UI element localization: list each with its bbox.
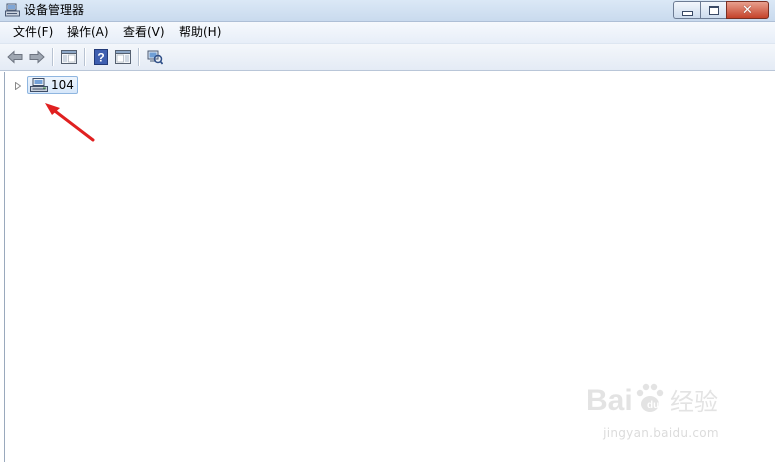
svg-text:Bai: Bai [586,384,633,417]
help-button[interactable]: ? [92,48,110,66]
help-icon: ? [94,49,108,65]
expand-arrow-icon[interactable] [15,82,21,90]
title-bar[interactable]: 设备管理器 ✕ [0,0,775,22]
menu-view[interactable]: 查看(V) [123,25,165,40]
window-controls: ✕ [673,1,769,19]
show-hide-action-pane-button[interactable] [114,48,132,66]
scan-hardware-changes-icon [147,50,163,65]
svg-text:du: du [647,400,659,411]
menu-action[interactable]: 操作(A) [67,25,109,40]
device-tree-pane[interactable]: 104 Bai du 经验 jingyan.baidu.com [4,72,775,462]
svg-text:经验: 经验 [670,388,718,416]
show-hide-console-tree-button[interactable] [60,48,78,66]
toolbar-separator [84,48,86,66]
scan-hardware-changes-button[interactable] [146,48,164,66]
svg-text:?: ? [97,51,104,65]
back-button[interactable] [6,48,24,66]
baidu-paw-logo-icon: Bai du 经验 [586,383,718,417]
maximize-button[interactable] [700,1,726,19]
toolbar: ? [0,44,775,71]
back-arrow-icon [7,50,23,64]
toolbar-separator [138,48,140,66]
tree-root-label: 104 [51,78,74,92]
baidu-jingyan-watermark: Bai du 经验 jingyan.baidu.com [586,368,736,448]
minimize-icon [681,10,693,16]
window-title: 设备管理器 [24,3,85,17]
forward-button[interactable] [28,48,46,66]
menu-help[interactable]: 帮助(H) [179,25,221,40]
computer-icon [30,78,48,92]
menu-file[interactable]: 文件(F) [13,25,53,40]
forward-arrow-icon [29,50,45,64]
device-manager-app-icon [5,3,20,17]
watermark-url: jingyan.baidu.com [603,426,719,440]
show-hide-action-pane-icon [115,50,131,64]
device-manager-window: 设备管理器 ✕ 文件(F) 操作(A) 查看(V) 帮助(H) ? 104 Ba… [0,0,775,462]
menu-bar: 文件(F) 操作(A) 查看(V) 帮助(H) [0,22,775,44]
close-button[interactable]: ✕ [726,1,769,19]
maximize-icon [708,5,719,15]
show-hide-console-tree-icon [61,50,77,64]
close-icon: ✕ [742,2,753,18]
red-arrow-annotation [45,103,95,142]
minimize-button[interactable] [673,1,700,19]
toolbar-separator [52,48,54,66]
tree-root-node[interactable]: 104 [27,76,78,94]
